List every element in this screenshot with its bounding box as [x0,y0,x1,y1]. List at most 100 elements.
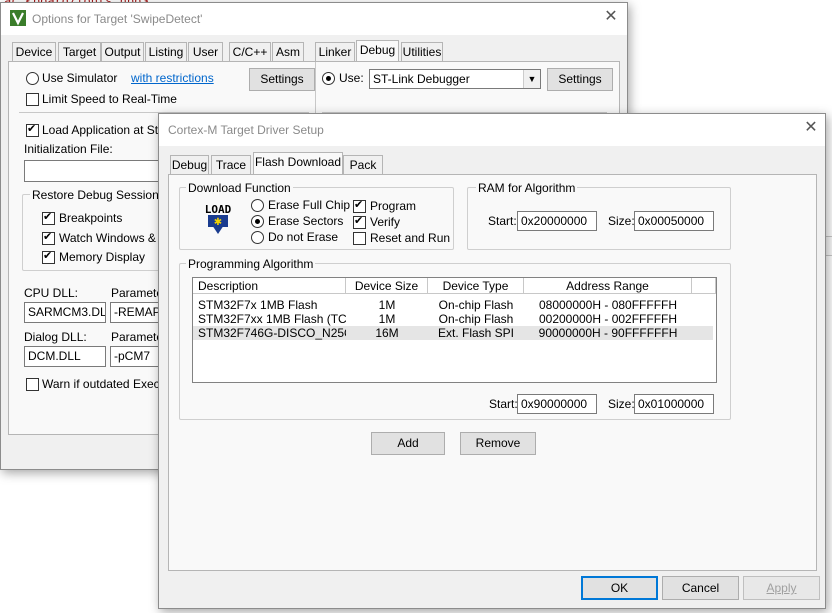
svg-text:✱: ✱ [214,217,222,228]
tab-flash-download[interactable]: Flash Download [253,152,343,174]
row-address-range: 08000000H - 080FFFFFH [538,298,678,312]
tab-driver-debug[interactable]: Debug [170,155,209,174]
tab-pack[interactable]: Pack [343,155,383,174]
ram-start-label: Start: [488,214,517,228]
load-application-checkbox[interactable] [26,122,39,137]
erase-full-chip-label: Erase Full Chip [268,198,351,212]
ram-size-label: Size: [608,214,635,228]
breakpoints-checkbox[interactable] [42,210,55,225]
reset-and-run-label: Reset and Run [370,231,451,245]
options-titlebar: Options for Target 'SwipeDetect' ✕ [1,3,627,35]
options-window-title: Options for Target 'SwipeDetect' [32,12,203,26]
table-row[interactable]: STM32F746G-DISCO_N25Q... 16M Ext. Flash … [193,326,713,340]
row-device-type: On-chip Flash [438,298,514,312]
download-function-label: Download Function [186,181,293,195]
watch-windows-checkbox[interactable] [42,230,55,245]
column-header-device-size[interactable]: Device Size [346,278,428,294]
column-header-device-type[interactable]: Device Type [428,278,524,294]
tab-asm[interactable]: Asm [272,42,304,61]
tab-user[interactable]: User [188,42,223,61]
row-address-range: 90000000H - 90FFFFFFH [538,326,678,340]
erase-full-chip-radio[interactable] [251,199,264,212]
debugger-settings-button[interactable]: Settings [547,68,613,91]
cancel-button[interactable]: Cancel [662,576,739,600]
restore-session-label: Restore Debug Session Se [30,188,179,202]
flash-download-panel: Download Function LOAD ✱ Erase Full Chip… [168,174,817,571]
verify-checkbox[interactable] [353,214,366,229]
initialization-file-label: Initialization File: [24,142,113,156]
keil-app-icon [10,10,26,26]
row-device-size: 1M [378,312,396,326]
table-row[interactable]: STM32F7xx 1MB Flash (TCM) 1M On-chip Fla… [193,312,713,326]
row-device-type: Ext. Flash SPI [437,326,515,340]
cpu-dll-input[interactable]: SARMCM3.DLL [24,302,106,323]
driver-titlebar: Cortex-M Target Driver Setup ✕ [159,114,825,146]
erase-sectors-label: Erase Sectors [268,214,344,228]
chevron-down-icon: ▼ [523,70,540,88]
program-label: Program [370,199,417,213]
row-description: STM32F7xx 1MB Flash (TCM) [198,312,346,326]
limit-speed-checkbox[interactable] [26,93,39,106]
ram-start-input[interactable]: 0x20000000 [517,211,597,231]
ram-size-input[interactable]: 0x00050000 [634,211,714,231]
algo-start-input[interactable]: 0x90000000 [517,394,597,414]
use-label: Use: [339,71,364,85]
row-device-size: 16M [375,326,399,340]
tab-device[interactable]: Device [12,42,56,61]
tab-target[interactable]: Target [58,42,101,61]
tab-output[interactable]: Output [101,42,144,61]
column-header-spacer [692,278,716,294]
tab-cc[interactable]: C/C++ [229,42,271,61]
row-device-size: 1M [378,298,396,312]
dialog-dll-label: Dialog DLL: [24,330,87,344]
row-address-range: 00200000H - 002FFFFFH [538,312,678,326]
algo-size-label: Size: [608,397,635,411]
options-close-icon[interactable]: ✕ [603,9,619,25]
do-not-erase-label: Do not Erase [268,230,339,244]
dialog-dll-input[interactable]: DCM.DLL [24,346,106,367]
verify-label: Verify [370,215,401,229]
column-header-address-range[interactable]: Address Range [524,278,692,294]
program-checkbox[interactable] [353,198,366,213]
driver-close-icon[interactable]: ✕ [803,120,819,136]
warn-outdated-label: Warn if outdated Executa [42,377,177,391]
column-header-description[interactable]: Description [193,278,346,294]
algorithm-table[interactable]: Description Device Size Device Type Addr… [192,277,717,383]
with-restrictions-link[interactable]: with restrictions [131,71,214,85]
algo-start-label: Start: [489,397,518,411]
memory-display-label: Memory Display [59,250,146,264]
use-simulator-label: Use Simulator [42,71,118,85]
warn-outdated-checkbox[interactable] [26,378,39,391]
watch-windows-label: Watch Windows & Pe [59,231,174,245]
simulator-settings-button[interactable]: Settings [249,68,315,91]
breakpoints-label: Breakpoints [59,211,123,225]
tab-debug[interactable]: Debug [356,40,399,62]
erase-sectors-radio[interactable] [251,215,264,228]
ok-button[interactable]: OK [581,576,658,600]
algo-size-input[interactable]: 0x01000000 [634,394,714,414]
cpu-dll-label: CPU DLL: [24,286,79,300]
tab-utilities[interactable]: Utilities [401,42,443,61]
download-arrow-icon: ✱ [208,215,228,234]
use-debugger-radio[interactable] [322,72,335,85]
memory-display-checkbox[interactable] [42,249,55,264]
do-not-erase-radio[interactable] [251,231,264,244]
add-button[interactable]: Add [371,432,445,455]
row-description: STM32F746G-DISCO_N25Q... [198,326,346,340]
table-row[interactable]: STM32F7x 1MB Flash 1M On-chip Flash 0800… [193,298,713,312]
driver-setup-window: Cortex-M Target Driver Setup ✕ Debug Tra… [158,113,826,609]
limit-speed-label: Limit Speed to Real-Time [42,92,177,106]
tab-linker[interactable]: Linker [315,42,355,61]
debugger-select[interactable]: ST-Link Debugger ▼ [369,69,541,89]
reset-and-run-checkbox[interactable] [353,232,366,245]
use-simulator-radio[interactable] [26,72,39,85]
apply-button[interactable]: Apply [743,576,820,600]
ram-algorithm-label: RAM for Algorithm [476,181,578,195]
debugger-select-value: ST-Link Debugger [373,72,470,86]
tab-driver-trace[interactable]: Trace [211,155,251,174]
load-icon: LOAD ✱ [202,203,234,235]
tab-listing[interactable]: Listing [145,42,187,61]
remove-button[interactable]: Remove [460,432,536,455]
driver-window-title: Cortex-M Target Driver Setup [168,123,324,137]
row-device-type: On-chip Flash [438,312,514,326]
